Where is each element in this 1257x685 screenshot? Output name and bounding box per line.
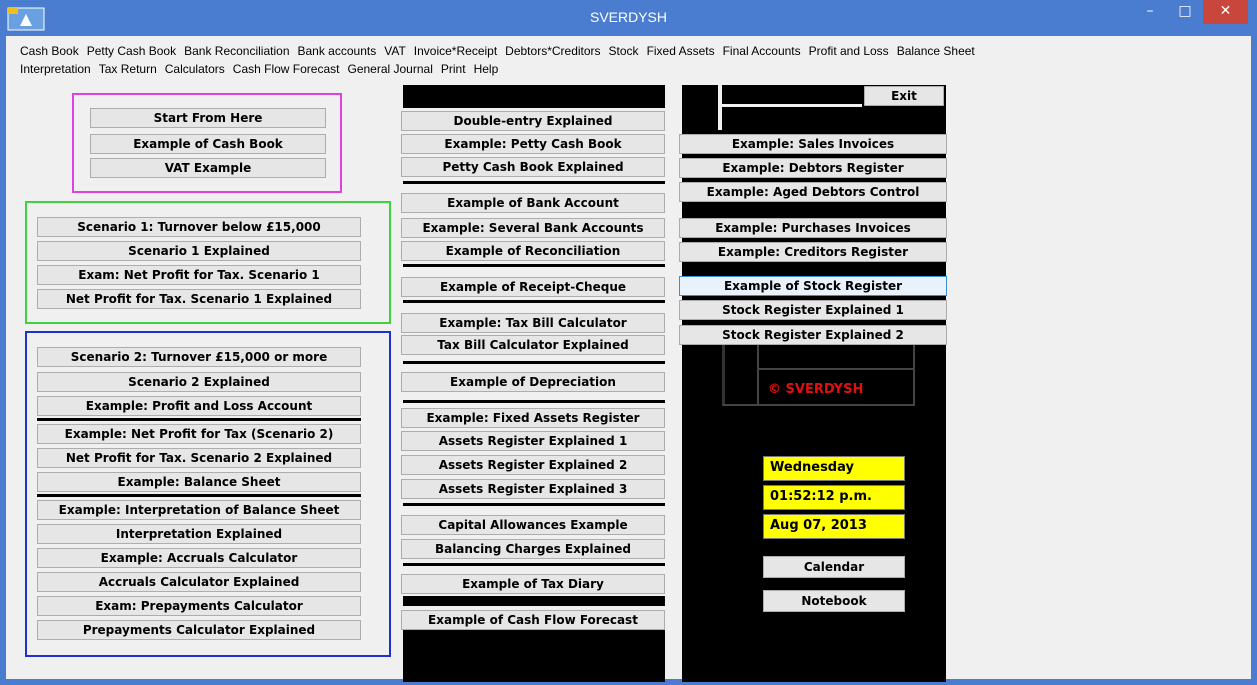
menu-interpretation[interactable]: Interpretation <box>20 62 91 76</box>
exam-net-profit-for-tax-scenario-1-button[interactable]: Exam: Net Profit for Tax. Scenario 1 <box>37 265 361 285</box>
balancing-charges-explained-button[interactable]: Balancing Charges Explained <box>401 539 665 559</box>
menu-fixed-assets[interactable]: Fixed Assets <box>647 44 715 58</box>
assets-register-explained-3-button[interactable]: Assets Register Explained 3 <box>401 479 665 499</box>
example-debtors-register-button[interactable]: Example: Debtors Register <box>679 158 947 178</box>
menu-balance-sheet[interactable]: Balance Sheet <box>897 44 975 58</box>
menu-bank-reconciliation[interactable]: Bank Reconciliation <box>184 44 289 58</box>
example-sales-invoices-button[interactable]: Example: Sales Invoices <box>679 134 947 154</box>
example-of-receipt-cheque-button[interactable]: Example of Receipt-Cheque <box>401 277 665 297</box>
example-aged-debtors-control-button[interactable]: Example: Aged Debtors Control <box>679 182 947 202</box>
window-title: SVERDYSH <box>589 9 668 25</box>
date-display: Aug 07, 2013 <box>763 514 905 539</box>
menu-stock[interactable]: Stock <box>609 44 639 58</box>
separator <box>403 563 665 566</box>
separator <box>403 300 665 303</box>
example-tax-bill-calculator-button[interactable]: Example: Tax Bill Calculator <box>401 313 665 333</box>
example-accruals-calculator-button[interactable]: Example: Accruals Calculator <box>37 548 361 568</box>
interpretation-explained-button[interactable]: Interpretation Explained <box>37 524 361 544</box>
menu-general-journal[interactable]: General Journal <box>347 62 432 76</box>
double-entry-explained-button[interactable]: Double-entry Explained <box>401 111 665 131</box>
menu-bank-accounts[interactable]: Bank accounts <box>298 44 377 58</box>
menu-row-2: Interpretation Tax Return Calculators Cash … <box>20 62 1240 80</box>
stock-register-explained-1-button[interactable]: Stock Register Explained 1 <box>679 300 947 320</box>
menu-cash-book[interactable]: Cash Book <box>20 44 79 58</box>
menu-bar: Cash Book Petty Cash Book Bank Reconciliat… <box>20 44 1240 80</box>
example-of-tax-diary-button[interactable]: Example of Tax Diary <box>401 574 665 594</box>
separator <box>37 494 361 497</box>
menu-print[interactable]: Print <box>441 62 466 76</box>
scenario-2-turnover-15-000-or-more-button[interactable]: Scenario 2: Turnover £15,000 or more <box>37 347 361 367</box>
example-net-profit-for-tax-scenario-2-button[interactable]: Example: Net Profit for Tax (Scenario 2) <box>37 424 361 444</box>
col3-gridline <box>757 368 915 370</box>
example-of-cash-book-button[interactable]: Example of Cash Book <box>90 134 326 154</box>
example-of-reconciliation-button[interactable]: Example of Reconciliation <box>401 241 665 261</box>
scenario-1-turnover-below-15-000-button[interactable]: Scenario 1: Turnover below £15,000 <box>37 217 361 237</box>
exit-button[interactable]: Exit <box>864 86 944 106</box>
col3-gridline <box>913 345 915 405</box>
copyright-label: © SVERDYSH <box>768 382 864 397</box>
scenario-1-explained-button[interactable]: Scenario 1 Explained <box>37 241 361 261</box>
col2-bottom-panel <box>403 630 665 682</box>
separator <box>403 264 665 267</box>
maximize-button[interactable]: □ <box>1170 0 1200 24</box>
exam-prepayments-calculator-button[interactable]: Exam: Prepayments Calculator <box>37 596 361 616</box>
example-fixed-assets-register-button[interactable]: Example: Fixed Assets Register <box>401 408 665 428</box>
example-of-cash-flow-forecast-button[interactable]: Example of Cash Flow Forecast <box>401 610 665 630</box>
petty-cash-book-explained-button[interactable]: Petty Cash Book Explained <box>401 157 665 177</box>
prepayments-calculator-explained-button[interactable]: Prepayments Calculator Explained <box>37 620 361 640</box>
close-button[interactable]: ✕ <box>1203 0 1248 24</box>
menu-cash-flow-forecast[interactable]: Cash Flow Forecast <box>233 62 340 76</box>
menu-tax-return[interactable]: Tax Return <box>99 62 157 76</box>
scenario-2-explained-button[interactable]: Scenario 2 Explained <box>37 372 361 392</box>
example-of-depreciation-button[interactable]: Example of Depreciation <box>401 372 665 392</box>
separator <box>403 400 665 403</box>
assets-register-explained-1-button[interactable]: Assets Register Explained 1 <box>401 431 665 451</box>
col2-top-panel <box>403 85 665 108</box>
example-of-bank-account-button[interactable]: Example of Bank Account <box>401 193 665 213</box>
menu-debtors-creditors[interactable]: Debtors*Creditors <box>505 44 600 58</box>
separator <box>403 503 665 506</box>
time-display: 01:52:12 p.m. <box>763 485 905 510</box>
calendar-button[interactable]: Calendar <box>763 556 905 578</box>
menu-petty-cash-book[interactable]: Petty Cash Book <box>87 44 176 58</box>
notebook-button[interactable]: Notebook <box>763 590 905 612</box>
example-profit-and-loss-account-button[interactable]: Example: Profit and Loss Account <box>37 396 361 416</box>
menu-final-accounts[interactable]: Final Accounts <box>723 44 801 58</box>
tax-bill-calculator-explained-button[interactable]: Tax Bill Calculator Explained <box>401 335 665 355</box>
menu-invoice-receipt[interactable]: Invoice*Receipt <box>414 44 497 58</box>
vat-example-button[interactable]: VAT Example <box>90 158 326 178</box>
menu-calculators[interactable]: Calculators <box>165 62 225 76</box>
example-purchases-invoices-button[interactable]: Example: Purchases Invoices <box>679 218 947 238</box>
stock-register-explained-2-button[interactable]: Stock Register Explained 2 <box>679 325 947 345</box>
example-petty-cash-book-button[interactable]: Example: Petty Cash Book <box>401 134 665 154</box>
menu-row-1: Cash Book Petty Cash Book Bank Reconciliat… <box>20 44 1240 62</box>
net-profit-for-tax-scenario-1-explained-button[interactable]: Net Profit for Tax. Scenario 1 Explained <box>37 289 361 309</box>
capital-allowances-example-button[interactable]: Capital Allowances Example <box>401 515 665 535</box>
assets-register-explained-2-button[interactable]: Assets Register Explained 2 <box>401 455 665 475</box>
col3-gridline <box>718 85 722 130</box>
col3-gridline <box>722 404 915 406</box>
col3-gridline <box>757 345 759 405</box>
day-display: Wednesday <box>763 456 905 481</box>
separator <box>37 418 361 421</box>
example-interpretation-of-balance-sheet-button[interactable]: Example: Interpretation of Balance Sheet <box>37 500 361 520</box>
menu-help[interactable]: Help <box>474 62 499 76</box>
start-from-here-button[interactable]: Start From Here <box>90 108 326 128</box>
col2-black-strip <box>403 596 665 606</box>
col3-gridline <box>722 104 862 107</box>
minimize-button[interactable]: – <box>1135 0 1165 24</box>
example-creditors-register-button[interactable]: Example: Creditors Register <box>679 242 947 262</box>
title-bar: SVERDYSH – □ ✕ <box>0 0 1257 36</box>
menu-vat[interactable]: VAT <box>384 44 406 58</box>
menu-profit-and-loss[interactable]: Profit and Loss <box>809 44 889 58</box>
example-several-bank-accounts-button[interactable]: Example: Several Bank Accounts <box>401 218 665 238</box>
example-balance-sheet-button[interactable]: Example: Balance Sheet <box>37 472 361 492</box>
example-of-stock-register-button[interactable]: Example of Stock Register <box>679 276 947 296</box>
net-profit-for-tax-scenario-2-explained-button[interactable]: Net Profit for Tax. Scenario 2 Explained <box>37 448 361 468</box>
accruals-calculator-explained-button[interactable]: Accruals Calculator Explained <box>37 572 361 592</box>
col3-gridline <box>722 345 725 405</box>
separator <box>403 361 665 364</box>
separator <box>403 181 665 184</box>
